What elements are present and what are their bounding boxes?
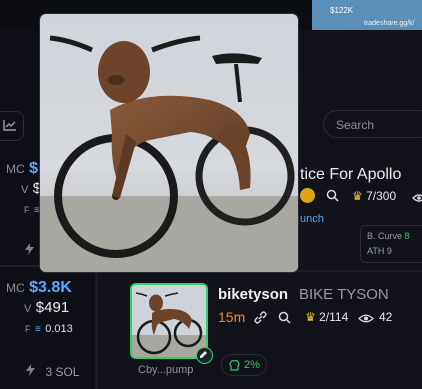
market-cap: MC $: [6, 160, 38, 178]
eye-icon: [412, 190, 422, 208]
coin-icon: [300, 188, 315, 203]
curve-value: 8: [404, 231, 410, 241]
token-name: BIKE TYSON: [299, 286, 389, 303]
market-cap: MC $3.8K: [6, 279, 72, 297]
v-label: V: [24, 303, 32, 315]
v-value: $491: [35, 299, 70, 316]
equals-icon: ≡: [33, 205, 40, 216]
token-address[interactable]: Cby...pump: [138, 364, 193, 376]
holders: ♛ 7/300: [352, 189, 396, 203]
chef-icon: [229, 360, 240, 371]
view-count: 42: [379, 310, 393, 324]
launch-link[interactable]: unch: [300, 213, 324, 225]
token-title[interactable]: tice For Apollo: [300, 166, 401, 184]
f-label: F: [24, 205, 30, 215]
search-icon[interactable]: [326, 189, 339, 207]
holders: ♛ 2/114: [305, 310, 348, 324]
ath-label: ATH: [367, 246, 385, 256]
lightning-icon: [26, 364, 35, 376]
edit-icon[interactable]: [196, 347, 213, 364]
holders-value: 2/114: [319, 310, 349, 324]
link-icon[interactable]: [253, 310, 268, 330]
v-label: V: [21, 184, 29, 196]
f-label: F: [25, 324, 31, 334]
dev-holding-chip: 2%: [221, 354, 267, 376]
tweet-amount: $122K: [330, 6, 354, 15]
equals-icon: ≡: [34, 324, 41, 335]
f-value: 0.013: [45, 323, 73, 335]
lightning-icon[interactable]: [25, 242, 34, 260]
volume: V $491: [24, 299, 69, 317]
mc-value: $3.8K: [29, 279, 72, 296]
crown-icon: ♛: [352, 189, 363, 203]
chart-button[interactable]: [0, 111, 24, 141]
curve-label: B. Curve: [367, 231, 403, 241]
chart-icon: [3, 120, 16, 131]
dev-holding-value: 2%: [244, 359, 260, 371]
fees: F ≡ 0.013: [25, 319, 73, 337]
quick-buy-amount: 3 SOL: [45, 365, 80, 379]
mc-value: $: [29, 160, 39, 177]
tweet-source: tradeshare.gg/k/: [364, 20, 415, 27]
token-ticker[interactable]: biketyson: [218, 286, 288, 303]
mc-label: MC: [6, 162, 25, 176]
quick-buy-button[interactable]: 3 SOL: [26, 363, 79, 381]
fees: F ≡: [24, 200, 40, 218]
search-input[interactable]: Search: [323, 110, 422, 138]
bonding-curve-box: B. Curve 8 ATH 9: [360, 225, 422, 263]
mc-label: MC: [6, 281, 25, 295]
search-icon[interactable]: [278, 311, 291, 329]
holders-value: 7/300: [366, 189, 397, 203]
eye-icon: [358, 311, 374, 329]
volume: V $: [21, 180, 41, 198]
token-age: 15m: [218, 309, 246, 325]
crown-icon: ♛: [305, 310, 316, 324]
ath-value: 9: [386, 246, 392, 256]
token-image-preview: [40, 14, 298, 272]
search-placeholder: Search: [336, 118, 375, 132]
